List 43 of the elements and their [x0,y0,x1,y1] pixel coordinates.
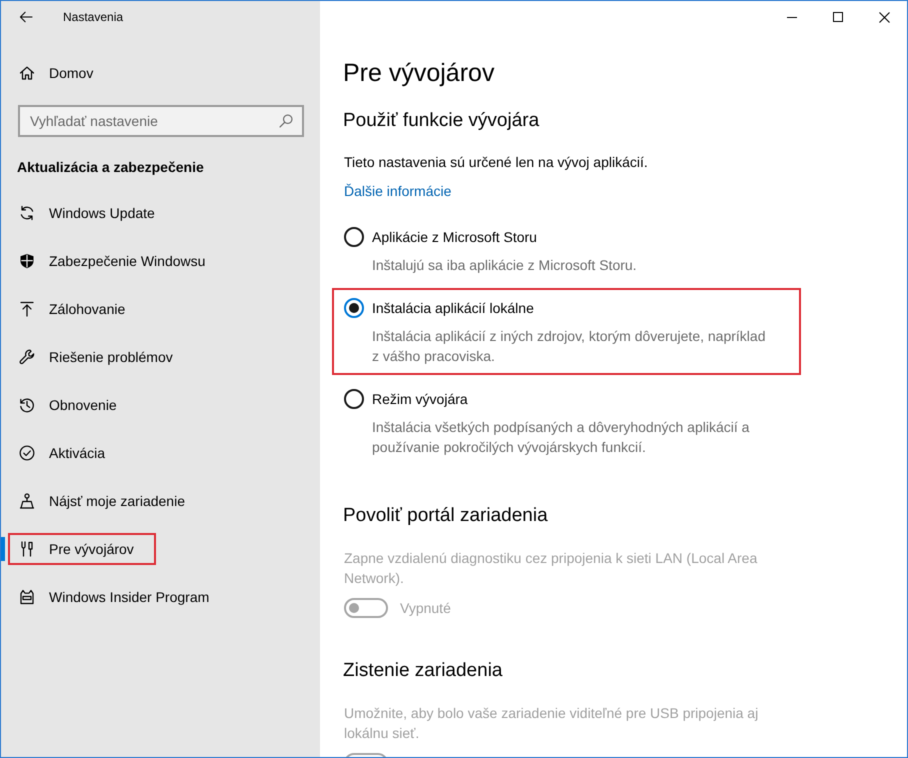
section-heading: Zistenie zariadenia [343,659,502,683]
sidebar-item[interactable]: Zabezpečenie Windowsu [8,245,228,277]
check-circle-icon [19,445,35,461]
home-icon [19,65,35,81]
maximize-icon [833,12,843,22]
sidebar-item[interactable]: Pre vývojárov [8,533,156,565]
section-heading: Použiť funkcie vývojára [343,109,540,133]
radio-option[interactable]: Aplikácie z Microsoft Storu [344,225,537,249]
page-title: Pre vývojárov [343,58,494,89]
window-title: Nastavenia [63,9,124,25]
toggle-state-label: Vypnuté [400,598,451,618]
shield-icon [19,253,35,269]
option-description: Inštalácia aplikácií z iných zdrojov, ktorým dôverujete, napríklad z vášho pracoviska. [372,327,766,366]
section-title: Aktualizácia a zabezpečenie [17,158,204,177]
back-arrow-icon [19,11,33,23]
search-field[interactable]: Vyhľadať nastavenie [18,105,304,137]
sidebar-item[interactable]: Domov [8,57,116,89]
wrench-icon [19,349,35,365]
sync-icon [19,205,35,221]
sidebar-item[interactable]: Nájsť moje zariadenie [8,485,207,517]
minimize-icon [787,16,797,18]
intro-text: Tieto nastavenia sú určené len na vývoj aplikácií. [343,153,648,172]
tools-icon [19,541,35,557]
sidebar-item[interactable]: Windows Update [8,197,177,229]
figure-icon [19,493,35,509]
sidebar-item[interactable]: Obnovenie [8,389,139,421]
setting-description: Umožnite, aby bolo vaše zariadenie viditeľné pre USB pripojenia aj lokálnu sieť. [343,704,760,743]
search-icon [279,114,293,128]
section-heading: Povoliť portál zariadenia [343,504,548,528]
sidebar-item[interactable]: Riešenie problémov [8,341,195,373]
close-icon [878,12,890,22]
radio-option[interactable]: Inštalácia aplikácií lokálne [344,296,534,320]
radio-option[interactable]: Režim vývojára [344,387,468,411]
option-description: Inštalácia všetkých podpísaných a dôveryhodných aplikácií a používanie pokročilých vývojárskych funkcií. [372,418,750,457]
sidebar-item[interactable]: Windows Insider Program [8,581,232,613]
sidebar-item[interactable]: Zálohovanie [8,293,148,325]
sidebar-item[interactable]: Aktivácia [8,437,128,469]
upload-arrow-icon [19,301,35,317]
more-info-link[interactable]: Ďalšie informácie [344,181,452,201]
cat-face-icon [19,589,35,605]
option-description: Inštalujú sa iba aplikácie z Microsoft Storu. [372,256,638,275]
history-icon [19,397,35,413]
setting-description: Zapne vzdialenú diagnostiku cez pripojenia k sieti LAN (Local Area Network). [343,549,758,588]
